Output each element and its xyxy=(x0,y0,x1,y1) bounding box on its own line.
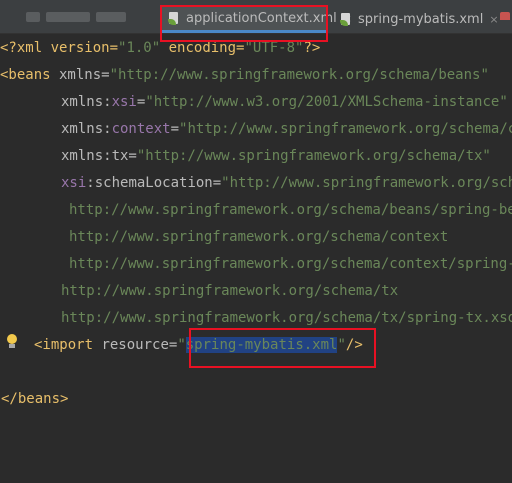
selected-text[interactable]: spring-mybatis.xml xyxy=(185,337,338,353)
tab-label: spring-mybatis.xml xyxy=(358,12,484,27)
tab-blurred[interactable] xyxy=(0,6,150,28)
code-line-10: http://www.springframework.org/schema/tx xyxy=(61,283,399,299)
code-editor[interactable]: <?xml version="1.0" encoding="UTF-8"?> <… xyxy=(0,34,512,483)
close-icon[interactable]: × xyxy=(489,13,498,26)
code-line-12: <import resource="spring-mybatis.xml"/> xyxy=(34,337,363,353)
code-line-11: http://www.springframework.org/schema/tx… xyxy=(61,310,512,326)
editor-tab-bar: applicationContext.xml × spring-mybatis.… xyxy=(0,0,512,34)
blurred-tab-icon xyxy=(26,12,40,22)
tab-label: applicationContext.xml xyxy=(186,10,337,26)
ide-window: applicationContext.xml × spring-mybatis.… xyxy=(0,0,512,483)
tab-spring-mybatis[interactable]: spring-mybatis.xml × xyxy=(334,6,502,33)
blurred-tab-label-2 xyxy=(96,12,126,22)
code-line-7: http://www.springframework.org/schema/be… xyxy=(69,202,512,218)
spring-xml-file-icon xyxy=(340,13,353,26)
code-line-6: xsi:schemaLocation="http://www.springfra… xyxy=(61,175,512,191)
code-line-2: <beans xmlns="http://www.springframework… xyxy=(0,67,489,83)
code-line-5: xmlns:tx="http://www.springframework.org… xyxy=(61,148,491,164)
code-line-8: http://www.springframework.org/schema/co… xyxy=(69,229,449,245)
code-line-1: <?xml version="1.0" encoding="UTF-8"?> xyxy=(0,40,321,56)
tab-overflow-icon[interactable] xyxy=(500,12,510,20)
spring-xml-file-icon xyxy=(168,11,181,25)
code-line-9: http://www.springframework.org/schema/co… xyxy=(69,256,512,272)
code-line-14: </beans> xyxy=(1,391,69,407)
code-line-4: xmlns:context="http://www.springframewor… xyxy=(61,121,512,137)
tab-application-context[interactable]: applicationContext.xml × xyxy=(162,6,352,33)
code-line-3: xmlns:xsi="http://www.w3.org/2001/XMLSch… xyxy=(61,94,508,110)
lightbulb-icon[interactable] xyxy=(5,334,19,350)
blurred-tab-label xyxy=(46,12,90,22)
